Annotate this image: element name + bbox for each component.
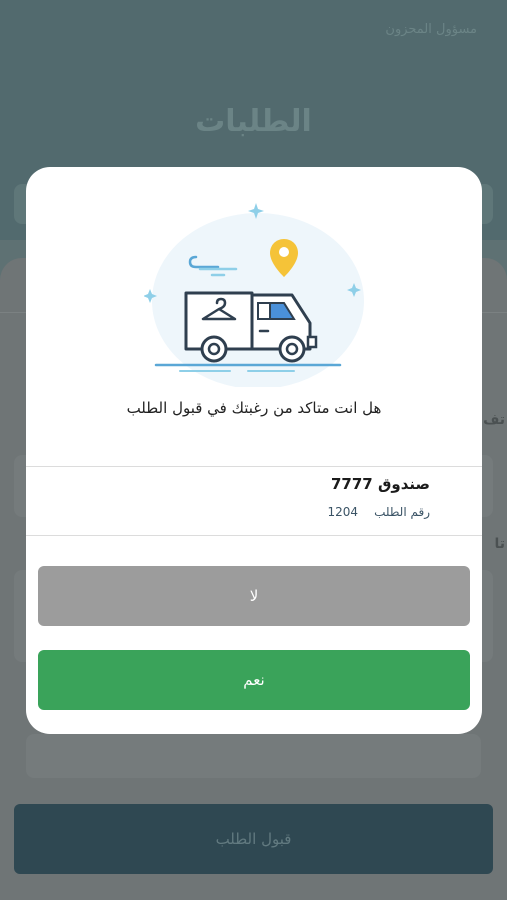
divider [26,466,482,467]
background-label-fragment: تف [483,412,505,428]
background-card [26,734,481,778]
no-button[interactable]: لا [38,566,470,626]
box-name: صندوق 7777 [331,475,430,493]
order-number-row: رقم الطلب 1204 [328,505,430,519]
order-number-label: رقم الطلب [374,505,430,519]
confirmation-question: هل انت متاكد من رغبتك في قبول الطلب [126,399,382,417]
background-label-fragment: تا [494,536,505,552]
background-page-title: الطلبات [195,104,312,139]
background-top-label: مسؤول المحزون [385,22,477,37]
delivery-truck-illustration [144,203,364,387]
background-accept-order-button: قبول الطلب [14,804,493,874]
order-number-value: 1204 [327,505,359,519]
divider [26,535,482,536]
confirm-accept-dialog: هل انت متاكد من رغبتك في قبول الطلب صندو… [26,167,482,734]
yes-button[interactable]: نعم [38,650,470,710]
